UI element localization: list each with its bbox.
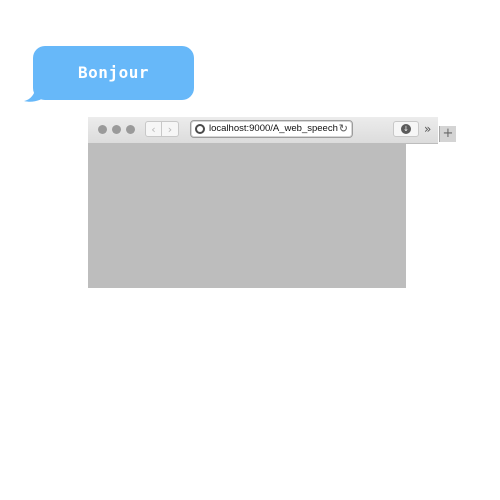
speech-bubble-text: Bonjour xyxy=(78,63,149,82)
browser-toolbar: ‹ › localhost:9000/A_web_speech ↻ ↓ » + xyxy=(88,117,456,144)
reload-icon[interactable]: ↻ xyxy=(339,122,348,136)
back-button[interactable]: ‹ xyxy=(145,121,162,137)
browser-window: ‹ › localhost:9000/A_web_speech ↻ ↓ » + xyxy=(88,117,456,288)
speech-bubble: Bonjour xyxy=(33,46,194,100)
address-bar[interactable]: localhost:9000/A_web_speech ↻ xyxy=(190,120,353,138)
stage: Bonjour ‹ › localhost:9000/A_web_speech … xyxy=(0,0,500,500)
download-icon: ↓ xyxy=(401,124,411,134)
zoom-window-button[interactable] xyxy=(126,125,135,134)
chevron-right-icon: › xyxy=(167,122,173,136)
downloads-button[interactable]: ↓ xyxy=(393,121,419,137)
site-globe-icon xyxy=(195,124,205,134)
chevron-left-icon: ‹ xyxy=(151,122,156,136)
url-text[interactable]: localhost:9000/A_web_speech xyxy=(209,121,338,137)
double-chevron-icon[interactable]: » xyxy=(424,121,431,137)
page-content-area xyxy=(88,144,406,288)
minimize-window-button[interactable] xyxy=(112,125,121,134)
close-window-button[interactable] xyxy=(98,125,107,134)
new-tab-button[interactable]: + xyxy=(439,126,456,142)
forward-button[interactable]: › xyxy=(162,121,179,137)
